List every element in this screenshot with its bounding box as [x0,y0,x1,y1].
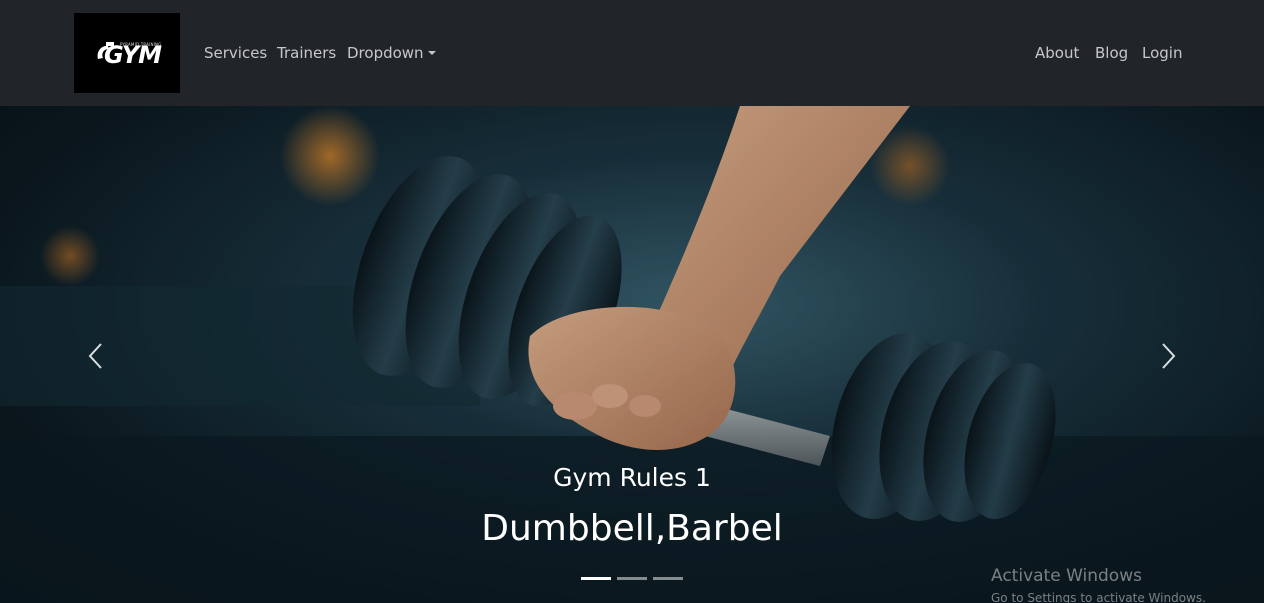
slide-subtitle: Dumbbell,Barbel [481,508,783,549]
nav-link-login[interactable]: Login [1142,44,1182,62]
nav-dropdown-toggle[interactable]: Dropdown [347,44,436,62]
brand-name: GYM [104,41,162,69]
carousel-indicator-2[interactable] [617,577,647,580]
nav-link-about[interactable]: About [1035,44,1079,62]
chevron-right-icon [1162,343,1176,369]
carousel-next-button[interactable] [1158,338,1178,374]
navbar: PYRAMID TRAINING GYM Services Trainers D… [0,0,1264,106]
nav-link-services[interactable]: Services [204,44,267,62]
caret-down-icon [427,51,436,55]
activate-windows-subtitle: Go to Settings to activate Windows. [991,591,1206,603]
nav-link-trainers[interactable]: Trainers [277,44,336,62]
carousel-indicator-1[interactable] [581,577,611,580]
nav-link-blog[interactable]: Blog [1095,44,1128,62]
slide-title: Gym Rules 1 [553,463,711,492]
activate-windows-title: Activate Windows [991,566,1142,586]
carousel-indicators [581,577,683,580]
carousel-prev-button[interactable] [86,338,106,374]
chevron-left-icon [88,343,102,369]
carousel-indicator-3[interactable] [653,577,683,580]
nav-dropdown-label: Dropdown [347,44,424,62]
brand-logo[interactable]: PYRAMID TRAINING GYM [74,13,180,93]
hero-carousel: Gym Rules 1 Dumbbell,Barbel Activate Win… [0,106,1264,603]
